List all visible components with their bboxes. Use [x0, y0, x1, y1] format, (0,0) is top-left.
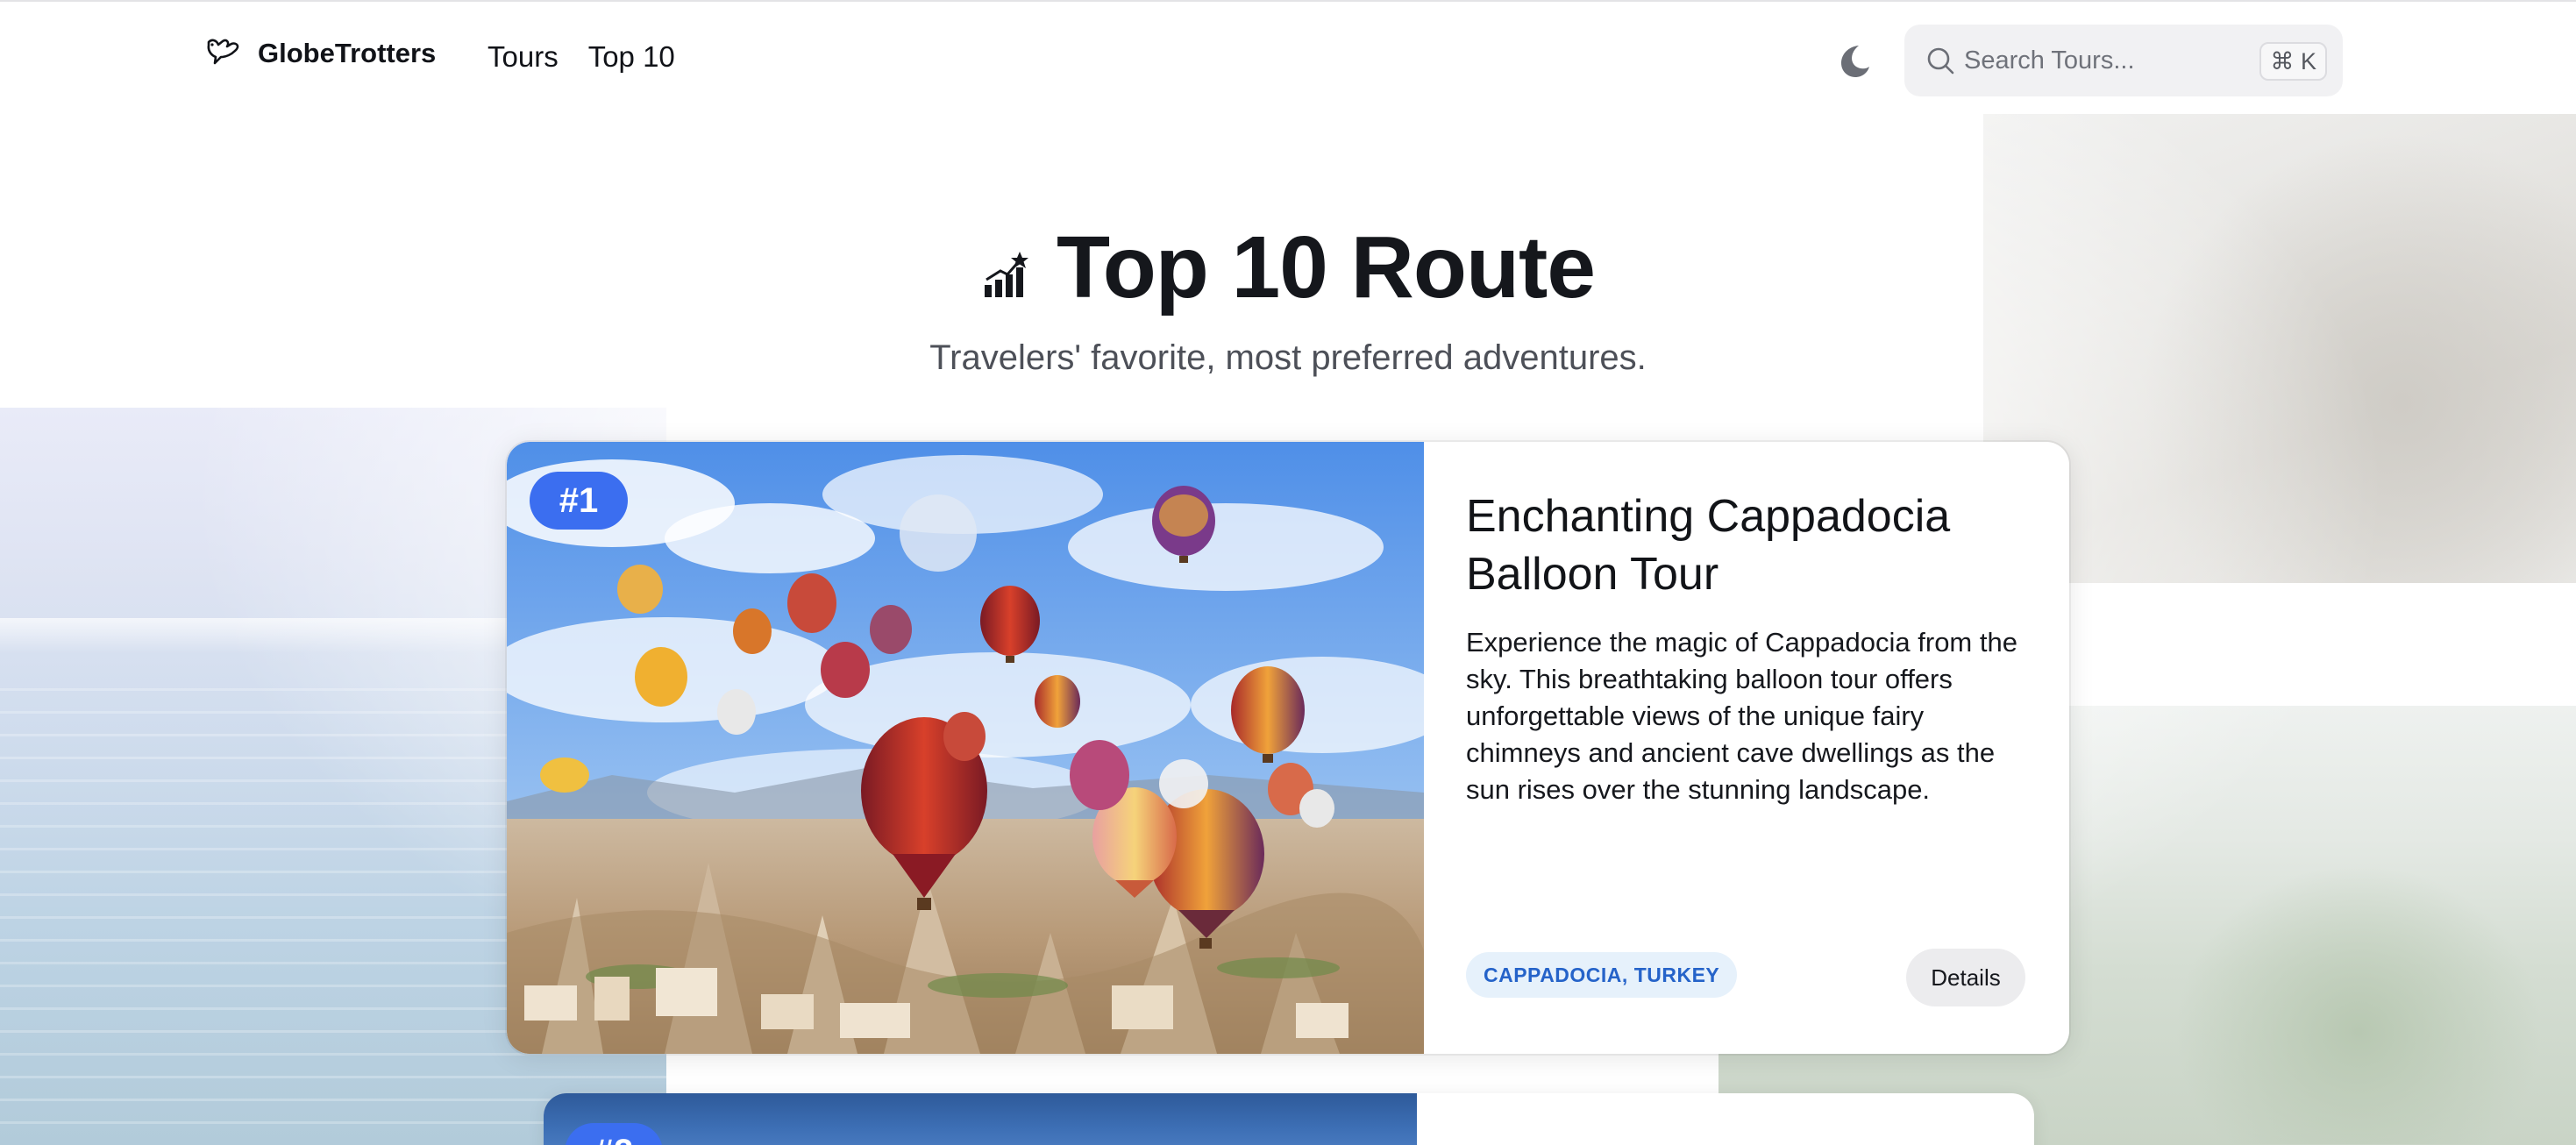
- bird-icon: [207, 39, 239, 65]
- rank-badge: #1: [530, 472, 628, 530]
- search-shortcut-hint: ⌘ K: [2259, 42, 2327, 81]
- tour-image[interactable]: #2: [544, 1093, 1417, 1145]
- brand-name: GlobeTrotters: [258, 38, 437, 68]
- search-icon: [1927, 47, 1954, 75]
- location-badge: CAPPADOCIA, TURKEY: [1466, 952, 1738, 998]
- tour-title: Enchanting Cappadocia Balloon Tour: [1466, 491, 1951, 600]
- trophy-chart-icon: [985, 252, 1029, 297]
- search-box[interactable]: ⌘ K: [1904, 25, 2343, 96]
- page-subtitle: Travelers' favorite, most preferred adve…: [929, 338, 1647, 377]
- main-nav: Tours Top 10: [487, 40, 675, 74]
- tour-card[interactable]: #2: [544, 1093, 2034, 1145]
- details-button[interactable]: Details: [1906, 949, 2025, 1006]
- rank-badge: #2: [565, 1123, 663, 1145]
- site-header: GlobeTrotters Tours Top 10 ⌘ K: [0, 2, 2576, 114]
- nav-link-top-10[interactable]: Top 10: [588, 40, 675, 74]
- tour-card[interactable]: #1 Enchanting Cappadocia Balloon Tour Ex…: [507, 442, 2069, 1054]
- page-title: Top 10 Route: [0, 217, 2576, 318]
- tour-image[interactable]: #1: [507, 442, 1424, 1054]
- moon-icon[interactable]: [1836, 42, 1873, 79]
- search-input[interactable]: [1964, 40, 2227, 81]
- tour-description: Experience the magic of Cappadocia from …: [1466, 627, 2017, 805]
- brand-logo-link[interactable]: GlobeTrotters: [203, 33, 436, 74]
- page-title-text: Top 10 Route: [1057, 218, 1596, 316]
- nav-link-tours[interactable]: Tours: [487, 40, 559, 74]
- balloon-landscape-illustration: [507, 442, 1424, 1054]
